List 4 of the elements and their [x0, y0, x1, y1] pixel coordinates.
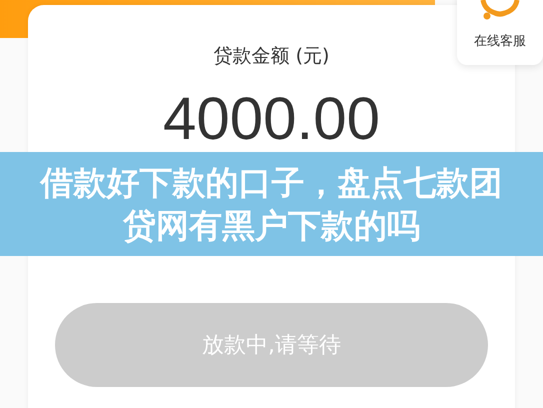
customer-service-button[interactable]: 在线客服	[457, 0, 543, 65]
amount-label: 贷款金额 (元)	[214, 44, 330, 69]
banner-title: 借款好下款的口子，盘点七款团贷网有黑户下款的吗	[38, 162, 504, 247]
loan-amount: 4000.00	[163, 89, 380, 149]
